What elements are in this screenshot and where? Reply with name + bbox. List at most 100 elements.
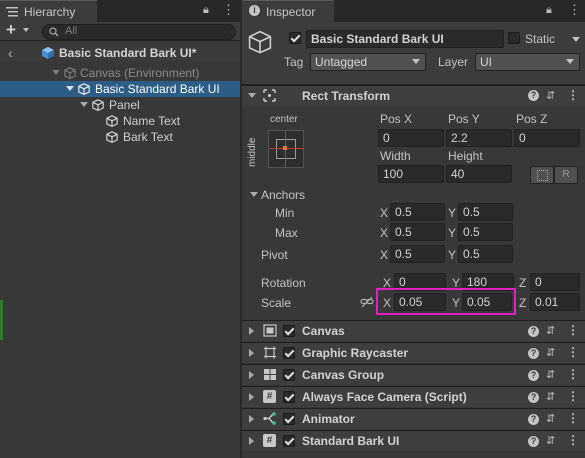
pivot-y-axis: Y bbox=[448, 248, 457, 262]
component-header-animator[interactable]: Animator ? ⇵ ⋮ bbox=[242, 408, 585, 429]
search-input[interactable]: All bbox=[42, 24, 236, 40]
component-title: Standard Bark UI bbox=[302, 434, 400, 448]
scale-z-field[interactable]: 0.01 bbox=[530, 293, 580, 311]
kebab-menu-icon[interactable]: ⋮ bbox=[567, 433, 579, 447]
preset-sliders-icon[interactable]: ⇵ bbox=[546, 346, 555, 359]
component-enabled-checkbox[interactable] bbox=[283, 325, 295, 337]
scale-y-field[interactable]: 0.05 bbox=[462, 293, 512, 311]
max-y-axis: Y bbox=[448, 226, 457, 240]
pivot-y-field[interactable]: 0.5 bbox=[458, 245, 513, 263]
rect-transform-body: center middle Pos X Pos Y Pos Z 0 2.2 0 … bbox=[242, 106, 585, 320]
help-icon[interactable]: ? bbox=[528, 370, 539, 381]
max-x-axis: X bbox=[380, 226, 389, 240]
component-header-graphic-raycaster[interactable]: Graphic Raycaster ? ⇵ ⋮ bbox=[242, 342, 585, 363]
foldout-arrow-icon[interactable] bbox=[249, 371, 254, 379]
component-header-rect-transform[interactable]: Rect Transform ? ⇵ ⋮ bbox=[242, 85, 585, 106]
component-header-always-face-camera[interactable]: # Always Face Camera (Script) ? ⇵ ⋮ bbox=[242, 386, 585, 407]
anchor-min-y-field[interactable]: 0.5 bbox=[458, 203, 513, 221]
kebab-menu-icon[interactable]: ⋮ bbox=[568, 2, 581, 18]
component-enabled-checkbox[interactable] bbox=[283, 369, 295, 381]
hierarchy-item-name-text[interactable]: Name Text bbox=[0, 113, 240, 129]
scene-header-row[interactable]: ‹ Basic Standard Bark UI* bbox=[0, 45, 240, 61]
foldout-arrow-icon[interactable] bbox=[249, 349, 254, 357]
scale-label: Scale bbox=[261, 296, 292, 310]
tab-hierarchy[interactable]: Hierarchy bbox=[0, 0, 97, 22]
kebab-menu-icon[interactable]: ⋮ bbox=[567, 345, 579, 359]
scale-x-axis: X bbox=[383, 296, 392, 310]
foldout-arrow-icon[interactable] bbox=[249, 393, 254, 401]
static-checkbox[interactable] bbox=[508, 32, 520, 44]
preset-sliders-icon[interactable]: ⇵ bbox=[546, 368, 555, 381]
expand-arrow-icon[interactable] bbox=[52, 70, 60, 75]
preset-sliders-icon[interactable]: ⇵ bbox=[546, 89, 555, 102]
pivot-x-field[interactable]: 0.5 bbox=[390, 245, 445, 263]
anchor-min-x-field[interactable]: 0.5 bbox=[390, 203, 445, 221]
component-enabled-checkbox[interactable] bbox=[283, 413, 295, 425]
rotation-z-field[interactable]: 0 bbox=[530, 273, 580, 291]
hierarchy-item-basic-standard-bark-ui[interactable]: Basic Standard Bark UI bbox=[0, 81, 240, 97]
height-field[interactable]: 40 bbox=[446, 165, 512, 183]
component-header-canvas-group[interactable]: Canvas Group ? ⇵ ⋮ bbox=[242, 364, 585, 385]
gameobject-icon bbox=[78, 83, 90, 95]
rotation-label: Rotation bbox=[261, 276, 306, 290]
component-header-canvas[interactable]: Canvas ? ⇵ ⋮ bbox=[242, 320, 585, 341]
search-icon bbox=[49, 27, 59, 37]
hierarchy-item-canvas-environment[interactable]: Canvas (Environment) bbox=[0, 65, 240, 81]
component-title: Graphic Raycaster bbox=[302, 346, 409, 360]
expand-arrow-icon[interactable] bbox=[80, 102, 88, 107]
hierarchy-item-bark-text[interactable]: Bark Text bbox=[0, 129, 240, 145]
kebab-menu-icon[interactable]: ⋮ bbox=[567, 411, 579, 425]
pos-y-field[interactable]: 2.2 bbox=[446, 129, 512, 147]
kebab-menu-icon[interactable]: ⋮ bbox=[222, 2, 235, 18]
object-name-field[interactable]: Basic Standard Bark UI bbox=[306, 30, 504, 48]
hierarchy-item-panel[interactable]: Panel bbox=[0, 97, 240, 113]
help-icon[interactable]: ? bbox=[528, 90, 539, 101]
pos-y-label: Pos Y bbox=[448, 112, 480, 126]
foldout-arrow-icon[interactable] bbox=[249, 437, 254, 445]
scale-z-axis: Z bbox=[519, 296, 527, 310]
width-field[interactable]: 100 bbox=[378, 165, 444, 183]
help-icon[interactable]: ? bbox=[528, 348, 539, 359]
active-checkbox[interactable] bbox=[289, 32, 301, 44]
kebab-menu-icon[interactable]: ⋮ bbox=[567, 323, 579, 337]
help-icon[interactable]: ? bbox=[528, 414, 539, 425]
raw-edit-button[interactable]: R bbox=[554, 166, 578, 184]
add-button[interactable]: + bbox=[6, 20, 16, 40]
component-title: Canvas Group bbox=[302, 368, 385, 382]
anchor-presets-button[interactable] bbox=[268, 130, 304, 168]
lock-icon[interactable]: 🔒︎ bbox=[203, 4, 209, 17]
help-icon[interactable]: ? bbox=[528, 392, 539, 403]
help-icon[interactable]: ? bbox=[528, 326, 539, 337]
foldout-arrow-icon[interactable] bbox=[248, 93, 256, 98]
hierarchy-item-label: Basic Standard Bark UI bbox=[95, 82, 220, 96]
kebab-menu-icon[interactable]: ⋮ bbox=[567, 367, 579, 381]
back-chevron-icon[interactable]: ‹ bbox=[8, 45, 13, 61]
layer-dropdown[interactable]: UI bbox=[475, 53, 580, 71]
component-enabled-checkbox[interactable] bbox=[283, 435, 295, 447]
component-header-standard-bark-ui[interactable]: # Standard Bark UI ? ⇵ ⋮ bbox=[242, 430, 585, 451]
pos-x-field[interactable]: 0 bbox=[378, 129, 444, 147]
foldout-arrow-icon[interactable] bbox=[249, 415, 254, 423]
kebab-menu-icon[interactable]: ⋮ bbox=[567, 389, 579, 403]
preset-sliders-icon[interactable]: ⇵ bbox=[546, 412, 555, 425]
expand-arrow-icon[interactable] bbox=[66, 86, 74, 91]
help-icon[interactable]: ? bbox=[528, 436, 539, 447]
lock-icon[interactable]: 🔒︎ bbox=[546, 4, 552, 17]
pos-z-field[interactable]: 0 bbox=[514, 129, 580, 147]
blueprint-mode-button[interactable] bbox=[530, 166, 554, 184]
constrain-proportions-icon[interactable] bbox=[360, 296, 374, 308]
anchor-max-y-field[interactable]: 0.5 bbox=[458, 223, 513, 241]
static-dropdown-icon[interactable] bbox=[572, 37, 580, 42]
kebab-menu-icon[interactable]: ⋮ bbox=[567, 88, 579, 102]
anchor-max-x-field[interactable]: 0.5 bbox=[390, 223, 445, 241]
scale-x-field[interactable]: 0.05 bbox=[394, 293, 446, 311]
preset-sliders-icon[interactable]: ⇵ bbox=[546, 324, 555, 337]
component-enabled-checkbox[interactable] bbox=[283, 391, 295, 403]
foldout-arrow-icon[interactable] bbox=[249, 327, 254, 335]
component-enabled-checkbox[interactable] bbox=[283, 347, 295, 359]
tag-dropdown[interactable]: Untagged bbox=[310, 53, 426, 71]
tab-inspector[interactable]: i Inspector bbox=[242, 0, 334, 22]
preset-sliders-icon[interactable]: ⇵ bbox=[546, 390, 555, 403]
anchors-foldout-icon[interactable] bbox=[250, 192, 258, 197]
preset-sliders-icon[interactable]: ⇵ bbox=[546, 434, 555, 447]
